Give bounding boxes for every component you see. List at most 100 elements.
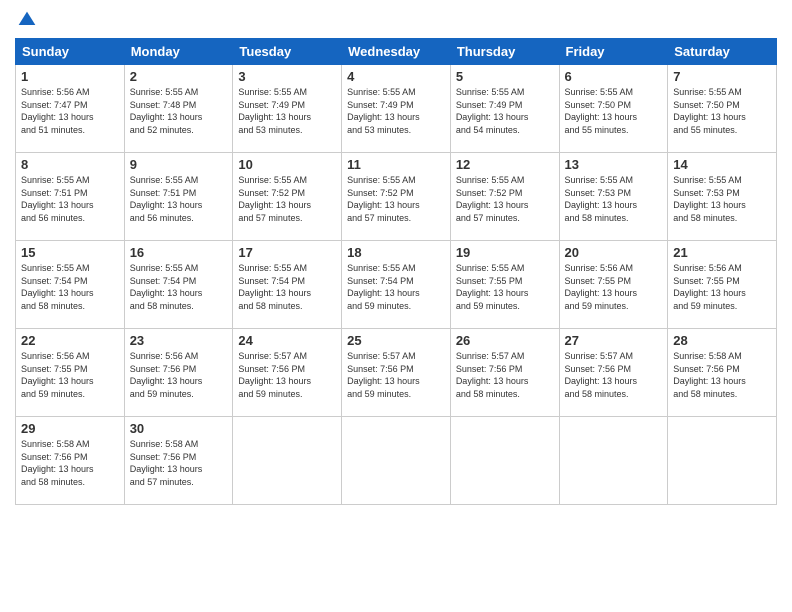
day-info: Sunrise: 5:58 AMSunset: 7:56 PMDaylight:…	[21, 438, 119, 488]
calendar-cell: 26 Sunrise: 5:57 AMSunset: 7:56 PMDayligh…	[450, 329, 559, 417]
day-info: Sunrise: 5:55 AMSunset: 7:51 PMDaylight:…	[130, 174, 228, 224]
calendar-cell: 25 Sunrise: 5:57 AMSunset: 7:56 PMDayligh…	[342, 329, 451, 417]
calendar-header-sunday: Sunday	[16, 39, 125, 65]
day-info: Sunrise: 5:56 AMSunset: 7:55 PMDaylight:…	[21, 350, 119, 400]
calendar-cell	[559, 417, 668, 505]
calendar-cell: 17Sunrise: 5:55 AMSunset: 7:54 PMDayligh…	[233, 241, 342, 329]
calendar-cell	[233, 417, 342, 505]
day-number: 5	[456, 69, 554, 84]
day-number: 14	[673, 157, 771, 172]
day-number: 11	[347, 157, 445, 172]
calendar-cell: 11 Sunrise: 5:55 AMSunset: 7:52 PMDayligh…	[342, 153, 451, 241]
calendar-cell: 4 Sunrise: 5:55 AMSunset: 7:49 PMDaylight…	[342, 65, 451, 153]
calendar-cell	[450, 417, 559, 505]
calendar-header-saturday: Saturday	[668, 39, 777, 65]
calendar-cell: 15 Sunrise: 5:55 AMSunset: 7:54 PMDayligh…	[16, 241, 125, 329]
header	[15, 10, 777, 30]
calendar-header-thursday: Thursday	[450, 39, 559, 65]
day-number: 13	[565, 157, 663, 172]
day-number: 4	[347, 69, 445, 84]
day-info: Sunrise: 5:56 AMSunset: 7:47 PMDaylight:…	[21, 86, 119, 136]
day-info: Sunrise: 5:55 AMSunset: 7:49 PMDaylight:…	[456, 86, 554, 136]
day-number: 8	[21, 157, 119, 172]
calendar-cell: 9 Sunrise: 5:55 AMSunset: 7:51 PMDaylight…	[124, 153, 233, 241]
day-number: 6	[565, 69, 663, 84]
calendar-cell: 18 Sunrise: 5:55 AMSunset: 7:54 PMDayligh…	[342, 241, 451, 329]
calendar: SundayMondayTuesdayWednesdayThursdayFrid…	[15, 38, 777, 505]
day-number: 27	[565, 333, 663, 348]
calendar-week-5: 29 Sunrise: 5:58 AMSunset: 7:56 PMDayligh…	[16, 417, 777, 505]
calendar-week-4: 22 Sunrise: 5:56 AMSunset: 7:55 PMDayligh…	[16, 329, 777, 417]
day-number: 26	[456, 333, 554, 348]
calendar-cell	[342, 417, 451, 505]
day-number: 3	[238, 69, 336, 84]
calendar-cell: 27Sunrise: 5:57 AMSunset: 7:56 PMDayligh…	[559, 329, 668, 417]
calendar-cell: 28 Sunrise: 5:58 AMSunset: 7:56 PMDayligh…	[668, 329, 777, 417]
day-number: 18	[347, 245, 445, 260]
page-container: SundayMondayTuesdayWednesdayThursdayFrid…	[0, 0, 792, 612]
day-number: 24	[238, 333, 336, 348]
day-info: Sunrise: 5:55 AMSunset: 7:49 PMDaylight:…	[347, 86, 445, 136]
logo	[15, 10, 37, 30]
day-number: 1	[21, 69, 119, 84]
day-number: 22	[21, 333, 119, 348]
day-number: 28	[673, 333, 771, 348]
calendar-cell: 30 Sunrise: 5:58 AMSunset: 7:56 PMDayligh…	[124, 417, 233, 505]
calendar-header-monday: Monday	[124, 39, 233, 65]
calendar-cell: 1 Sunrise: 5:56 AMSunset: 7:47 PMDaylight…	[16, 65, 125, 153]
day-info: Sunrise: 5:58 AMSunset: 7:56 PMDaylight:…	[673, 350, 771, 400]
day-number: 12	[456, 157, 554, 172]
calendar-cell: 19 Sunrise: 5:55 AMSunset: 7:55 PMDayligh…	[450, 241, 559, 329]
day-info: Sunrise: 5:55 AMSunset: 7:54 PMDaylight:…	[21, 262, 119, 312]
day-info: Sunrise: 5:55 AMSunset: 7:55 PMDaylight:…	[456, 262, 554, 312]
day-number: 29	[21, 421, 119, 436]
day-number: 16	[130, 245, 228, 260]
calendar-cell: 21Sunrise: 5:56 AMSunset: 7:55 PMDayligh…	[668, 241, 777, 329]
day-info: Sunrise: 5:57 AMSunset: 7:56 PMDaylight:…	[456, 350, 554, 400]
day-info: Sunrise: 5:58 AMSunset: 7:56 PMDaylight:…	[130, 438, 228, 488]
day-number: 20	[565, 245, 663, 260]
calendar-cell: 23 Sunrise: 5:56 AMSunset: 7:56 PMDayligh…	[124, 329, 233, 417]
day-number: 10	[238, 157, 336, 172]
day-info: Sunrise: 5:57 AMSunset: 7:56 PMDaylight:…	[347, 350, 445, 400]
day-number: 15	[21, 245, 119, 260]
day-info: Sunrise: 5:55 AMSunset: 7:49 PMDaylight:…	[238, 86, 336, 136]
day-info: Sunrise: 5:55 AMSunset: 7:53 PMDaylight:…	[673, 174, 771, 224]
day-number: 17	[238, 245, 336, 260]
calendar-cell: 12 Sunrise: 5:55 AMSunset: 7:52 PMDayligh…	[450, 153, 559, 241]
day-info: Sunrise: 5:55 AMSunset: 7:52 PMDaylight:…	[456, 174, 554, 224]
calendar-cell: 6 Sunrise: 5:55 AMSunset: 7:50 PMDaylight…	[559, 65, 668, 153]
calendar-header-wednesday: Wednesday	[342, 39, 451, 65]
day-info: Sunrise: 5:55 AMSunset: 7:50 PMDaylight:…	[565, 86, 663, 136]
calendar-cell: 5 Sunrise: 5:55 AMSunset: 7:49 PMDaylight…	[450, 65, 559, 153]
calendar-cell: 7Sunrise: 5:55 AMSunset: 7:50 PMDaylight…	[668, 65, 777, 153]
calendar-header-row: SundayMondayTuesdayWednesdayThursdayFrid…	[16, 39, 777, 65]
calendar-week-1: 1 Sunrise: 5:56 AMSunset: 7:47 PMDaylight…	[16, 65, 777, 153]
day-info: Sunrise: 5:55 AMSunset: 7:50 PMDaylight:…	[673, 86, 771, 136]
calendar-cell: 14 Sunrise: 5:55 AMSunset: 7:53 PMDayligh…	[668, 153, 777, 241]
calendar-cell: 3 Sunrise: 5:55 AMSunset: 7:49 PMDaylight…	[233, 65, 342, 153]
day-info: Sunrise: 5:55 AMSunset: 7:53 PMDaylight:…	[565, 174, 663, 224]
day-info: Sunrise: 5:55 AMSunset: 7:51 PMDaylight:…	[21, 174, 119, 224]
day-number: 19	[456, 245, 554, 260]
calendar-header-friday: Friday	[559, 39, 668, 65]
day-number: 25	[347, 333, 445, 348]
day-number: 9	[130, 157, 228, 172]
day-info: Sunrise: 5:55 AMSunset: 7:54 PMDaylight:…	[130, 262, 228, 312]
day-info: Sunrise: 5:56 AMSunset: 7:55 PMDaylight:…	[673, 262, 771, 312]
day-number: 23	[130, 333, 228, 348]
calendar-week-2: 8 Sunrise: 5:55 AMSunset: 7:51 PMDaylight…	[16, 153, 777, 241]
day-info: Sunrise: 5:55 AMSunset: 7:54 PMDaylight:…	[347, 262, 445, 312]
calendar-header-tuesday: Tuesday	[233, 39, 342, 65]
logo-icon	[17, 10, 37, 30]
day-number: 30	[130, 421, 228, 436]
calendar-cell: 20 Sunrise: 5:56 AMSunset: 7:55 PMDayligh…	[559, 241, 668, 329]
calendar-cell	[668, 417, 777, 505]
day-info: Sunrise: 5:55 AMSunset: 7:52 PMDaylight:…	[238, 174, 336, 224]
day-info: Sunrise: 5:56 AMSunset: 7:56 PMDaylight:…	[130, 350, 228, 400]
day-info: Sunrise: 5:56 AMSunset: 7:55 PMDaylight:…	[565, 262, 663, 312]
calendar-cell: 29 Sunrise: 5:58 AMSunset: 7:56 PMDayligh…	[16, 417, 125, 505]
calendar-cell: 2Sunrise: 5:55 AMSunset: 7:48 PMDaylight…	[124, 65, 233, 153]
calendar-cell: 22 Sunrise: 5:56 AMSunset: 7:55 PMDayligh…	[16, 329, 125, 417]
day-info: Sunrise: 5:55 AMSunset: 7:52 PMDaylight:…	[347, 174, 445, 224]
